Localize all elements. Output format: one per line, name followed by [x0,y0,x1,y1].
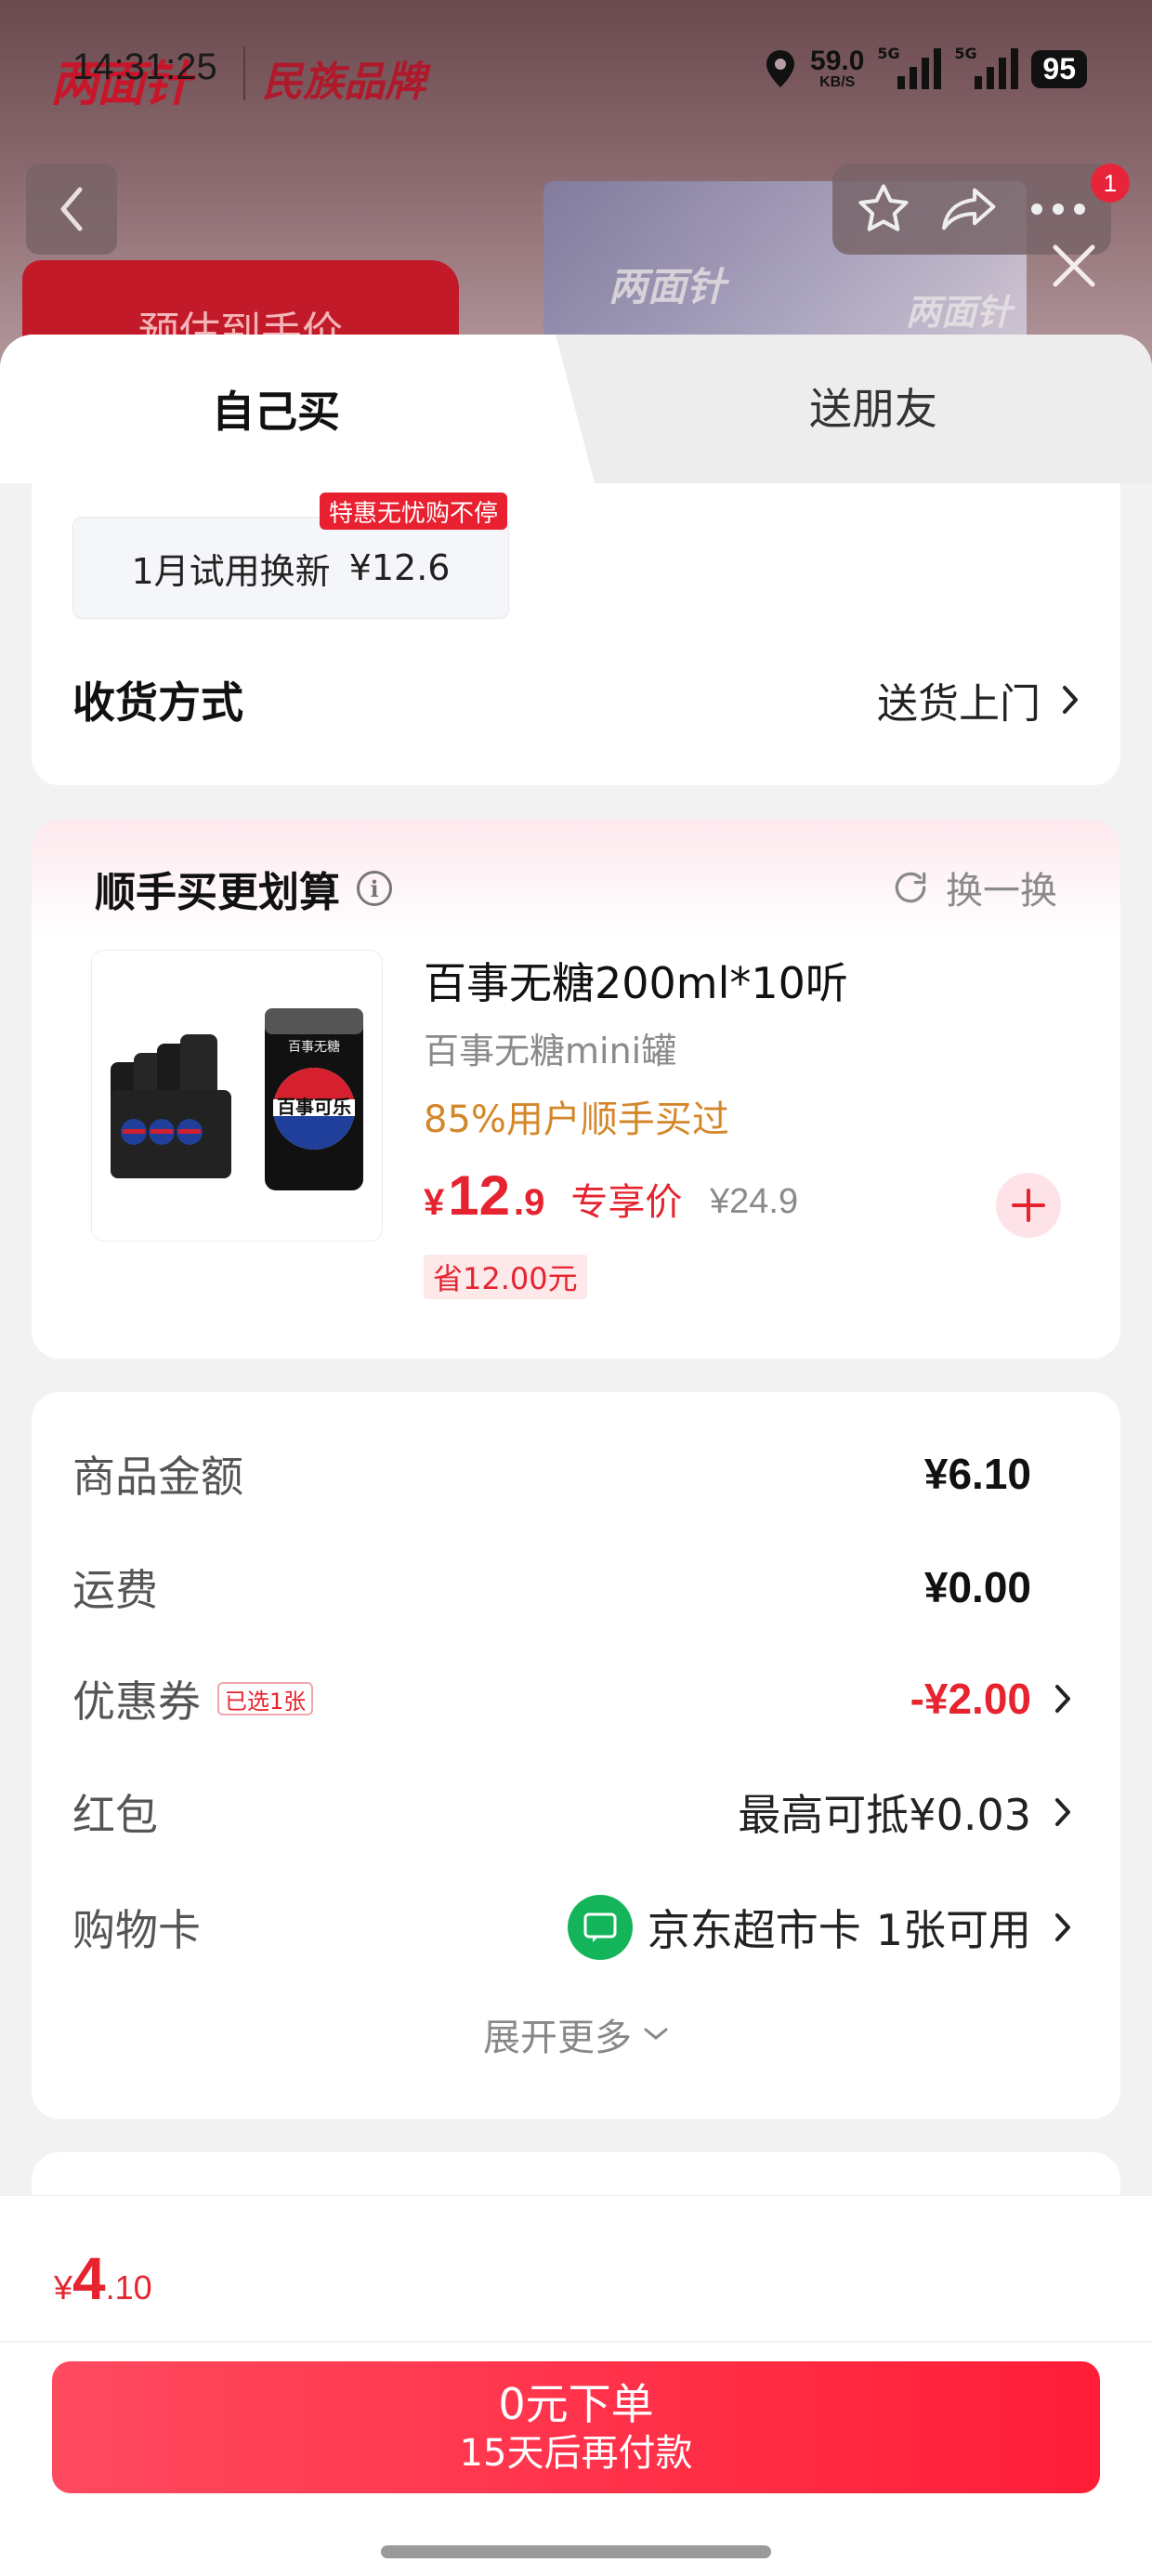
delivery-label: 收货方式 [72,677,243,728]
goods-amount-label: 商品金额 [72,1452,243,1502]
original-price: ¥24.9 [710,1182,799,1221]
battery-indicator: 95 [1031,49,1087,88]
giftcard-row[interactable]: 购物卡 京东超市卡 1张可用 [72,1890,1031,1965]
redpacket-row[interactable]: 红包 最高可抵¥0.03 [72,1775,1031,1849]
message-badge: 1 [1091,164,1130,203]
home-indicator[interactable] [381,2545,771,2558]
tab-send-friend[interactable]: 送朋友 [595,335,1152,483]
plus-icon [1012,1189,1045,1222]
brand-divider [243,46,245,100]
trial-price: ¥12.6 [348,547,451,588]
checkout-bottom-bar: ¥ 4 .10 0元下单 15天后再付款 [0,2195,1152,2576]
status-time: 14:31:25 [72,46,217,87]
coupon-selected-badge: 已选1张 [217,1682,314,1715]
trial-promo-badge: 特惠无忧购不停 [320,493,508,530]
location-icon [766,50,795,87]
coupon-label: 优惠券 已选1张 [72,1668,314,1729]
giftcard-label: 购物卡 [72,1905,201,1955]
goods-amount-row: 商品金额 ¥6.10 [72,1437,1031,1511]
expand-more-button[interactable]: 展开更多 [32,2007,1120,2061]
pepsi-can-pack-image: 百事可乐 百事无糖 [111,1008,363,1190]
more-icon[interactable] [1028,200,1089,218]
redpacket-label: 红包 [72,1790,158,1840]
product-thumbnail[interactable]: 百事可乐 百事无糖 [91,950,383,1242]
status-icons: 59.0 KB/S 5G 5G 95 [764,43,1087,95]
place-order-subtitle: 15天后再付款 [459,2431,693,2475]
trial-option[interactable]: 1月试用换新 ¥12.6 [72,517,509,619]
refresh-button[interactable]: 换一换 [890,861,1057,914]
place-order-title: 0元下单 [498,2379,654,2430]
goods-amount-value: ¥6.10 [923,1450,1031,1498]
product-price: ¥ 12 .9 专享价 [424,1164,683,1227]
info-icon[interactable]: i [357,871,392,906]
signal-icon-2: 5G [954,45,1019,89]
star-icon[interactable] [855,180,912,238]
brand-slogan: 民族品牌 [262,59,425,106]
delivery-row[interactable]: 收货方式 送货上门 [72,669,1080,730]
place-order-button[interactable]: 0元下单 15天后再付款 [52,2361,1100,2493]
share-icon[interactable] [939,180,1001,238]
price-summary-card: 商品金额 ¥6.10 运费 ¥0.00 优惠券 已选1张 -¥2.00 红包 最… [32,1392,1120,2119]
chevron-right-icon [1063,686,1078,714]
back-icon [60,187,83,231]
product-page-background: 两面针 民族品牌 14:31:25 59.0 KB/S 5G 5G 95 两面针… [0,0,1152,390]
shipping-row: 运费 ¥0.00 [72,1550,1031,1624]
coupon-value: -¥2.00 [910,1675,1031,1723]
upsell-card: 顺手买更划算 i 换一换 百事可乐 百事无糖 百事无糖200ml*10听 百事无… [32,820,1120,1359]
chevron-right-icon [1055,1685,1070,1713]
trial-label: 1月试用换新 [131,550,331,592]
price-tag: 专享价 [570,1181,683,1224]
delivery-card: 1月试用换新 ¥12.6 特惠无忧购不停 收货方式 送货上门 [32,483,1120,785]
redpacket-value: 最高可抵¥0.03 [738,1790,1031,1840]
net-speed: 59.0 KB/S [810,46,865,90]
svg-text:百事可乐: 百事可乐 [277,1096,351,1118]
giftcard-value: 京东超市卡 1张可用 [567,1895,1031,1960]
refresh-icon [895,872,926,903]
coupon-row[interactable]: 优惠券 已选1张 -¥2.00 [72,1662,1031,1736]
product-hint: 85%用户顺手买过 [424,1098,729,1141]
svg-text:百事无糖: 百事无糖 [288,1040,340,1055]
shipping-value: ¥0.00 [923,1563,1031,1611]
product-subtitle: 百事无糖mini罐 [424,1031,677,1071]
bottom-divider [0,2341,1152,2343]
delivery-value: 送货上门 [877,670,1080,729]
add-to-order-button[interactable] [996,1173,1061,1238]
tab-buy-self[interactable]: 自己买 [0,335,595,483]
shipping-label: 运费 [72,1565,158,1615]
close-icon[interactable] [1048,240,1100,292]
back-button[interactable] [26,164,117,255]
product-name[interactable]: 百事无糖200ml*10听 [424,950,848,1011]
chevron-right-icon [1055,1913,1070,1941]
chevron-down-icon [644,2028,668,2040]
giftcard-icon [567,1895,633,1960]
upsell-title: 顺手买更划算 i [95,859,392,918]
tab-buy-self-label: 自己买 [212,387,340,437]
saving-badge: 省12.00元 [424,1255,587,1299]
chevron-right-icon [1055,1798,1070,1826]
total-price: ¥ 4 .10 [54,2245,152,2312]
signal-icon-1: 5G [877,45,942,89]
purchase-tabs: 送朋友 自己买 [0,335,1152,483]
